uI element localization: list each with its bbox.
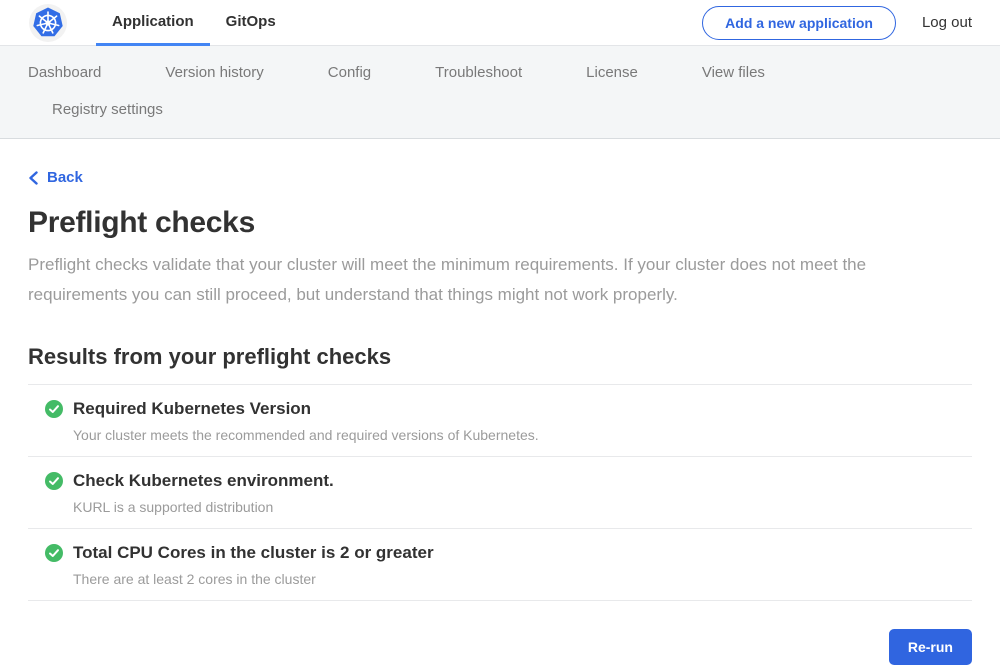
check-title: Required Kubernetes Version	[73, 399, 539, 419]
subnav-item-license[interactable]: License	[586, 54, 638, 91]
results-heading: Results from your preflight checks	[28, 344, 972, 370]
check-message: Your cluster meets the recommended and r…	[73, 427, 539, 443]
subnav-item-version-history[interactable]: Version history	[165, 54, 263, 91]
tab-application[interactable]: Application	[96, 0, 210, 46]
navbar-right: Add a new application Log out	[702, 0, 972, 45]
page-description: Preflight checks validate that your clus…	[28, 250, 948, 310]
subnav-item-config[interactable]: Config	[328, 54, 371, 91]
preflight-check-row: Total CPU Cores in the cluster is 2 or g…	[28, 529, 972, 601]
back-link[interactable]: Back	[28, 169, 83, 186]
chevron-left-icon	[28, 171, 39, 185]
preflight-check-row: Required Kubernetes Version Your cluster…	[28, 384, 972, 457]
subnav-item-registry-settings[interactable]: Registry settings	[52, 91, 163, 128]
tab-gitops[interactable]: GitOps	[210, 0, 292, 46]
subnav-item-dashboard[interactable]: Dashboard	[28, 54, 101, 91]
add-application-button[interactable]: Add a new application	[702, 6, 896, 40]
app-subnav: Dashboard Version history Config Trouble…	[0, 46, 1000, 139]
preflight-results-list: Required Kubernetes Version Your cluster…	[28, 384, 972, 601]
back-label: Back	[47, 169, 83, 186]
top-navbar: Application GitOps Add a new application…	[0, 0, 1000, 46]
primary-tabs: Application GitOps	[96, 0, 292, 45]
preflight-page: Back Preflight checks Preflight checks v…	[0, 139, 1000, 665]
check-message: KURL is a supported distribution	[73, 499, 334, 515]
preflight-check-row: Check Kubernetes environment. KURL is a …	[28, 457, 972, 529]
page-footer: Re-run	[28, 629, 972, 665]
check-text: Required Kubernetes Version Your cluster…	[73, 399, 539, 443]
subnav-item-troubleshoot[interactable]: Troubleshoot	[435, 54, 522, 91]
kubernetes-logo-icon	[28, 3, 68, 43]
check-message: There are at least 2 cores in the cluste…	[73, 571, 434, 587]
page-title: Preflight checks	[28, 206, 972, 240]
check-text: Total CPU Cores in the cluster is 2 or g…	[73, 543, 434, 587]
check-title: Total CPU Cores in the cluster is 2 or g…	[73, 543, 434, 563]
subnav-item-view-files[interactable]: View files	[702, 54, 765, 91]
kubernetes-logo	[28, 0, 68, 45]
rerun-button[interactable]: Re-run	[889, 629, 972, 665]
check-title: Check Kubernetes environment.	[73, 471, 334, 491]
check-pass-icon	[45, 544, 63, 562]
check-text: Check Kubernetes environment. KURL is a …	[73, 471, 334, 515]
check-pass-icon	[45, 472, 63, 490]
logout-link[interactable]: Log out	[922, 14, 972, 31]
check-pass-icon	[45, 400, 63, 418]
